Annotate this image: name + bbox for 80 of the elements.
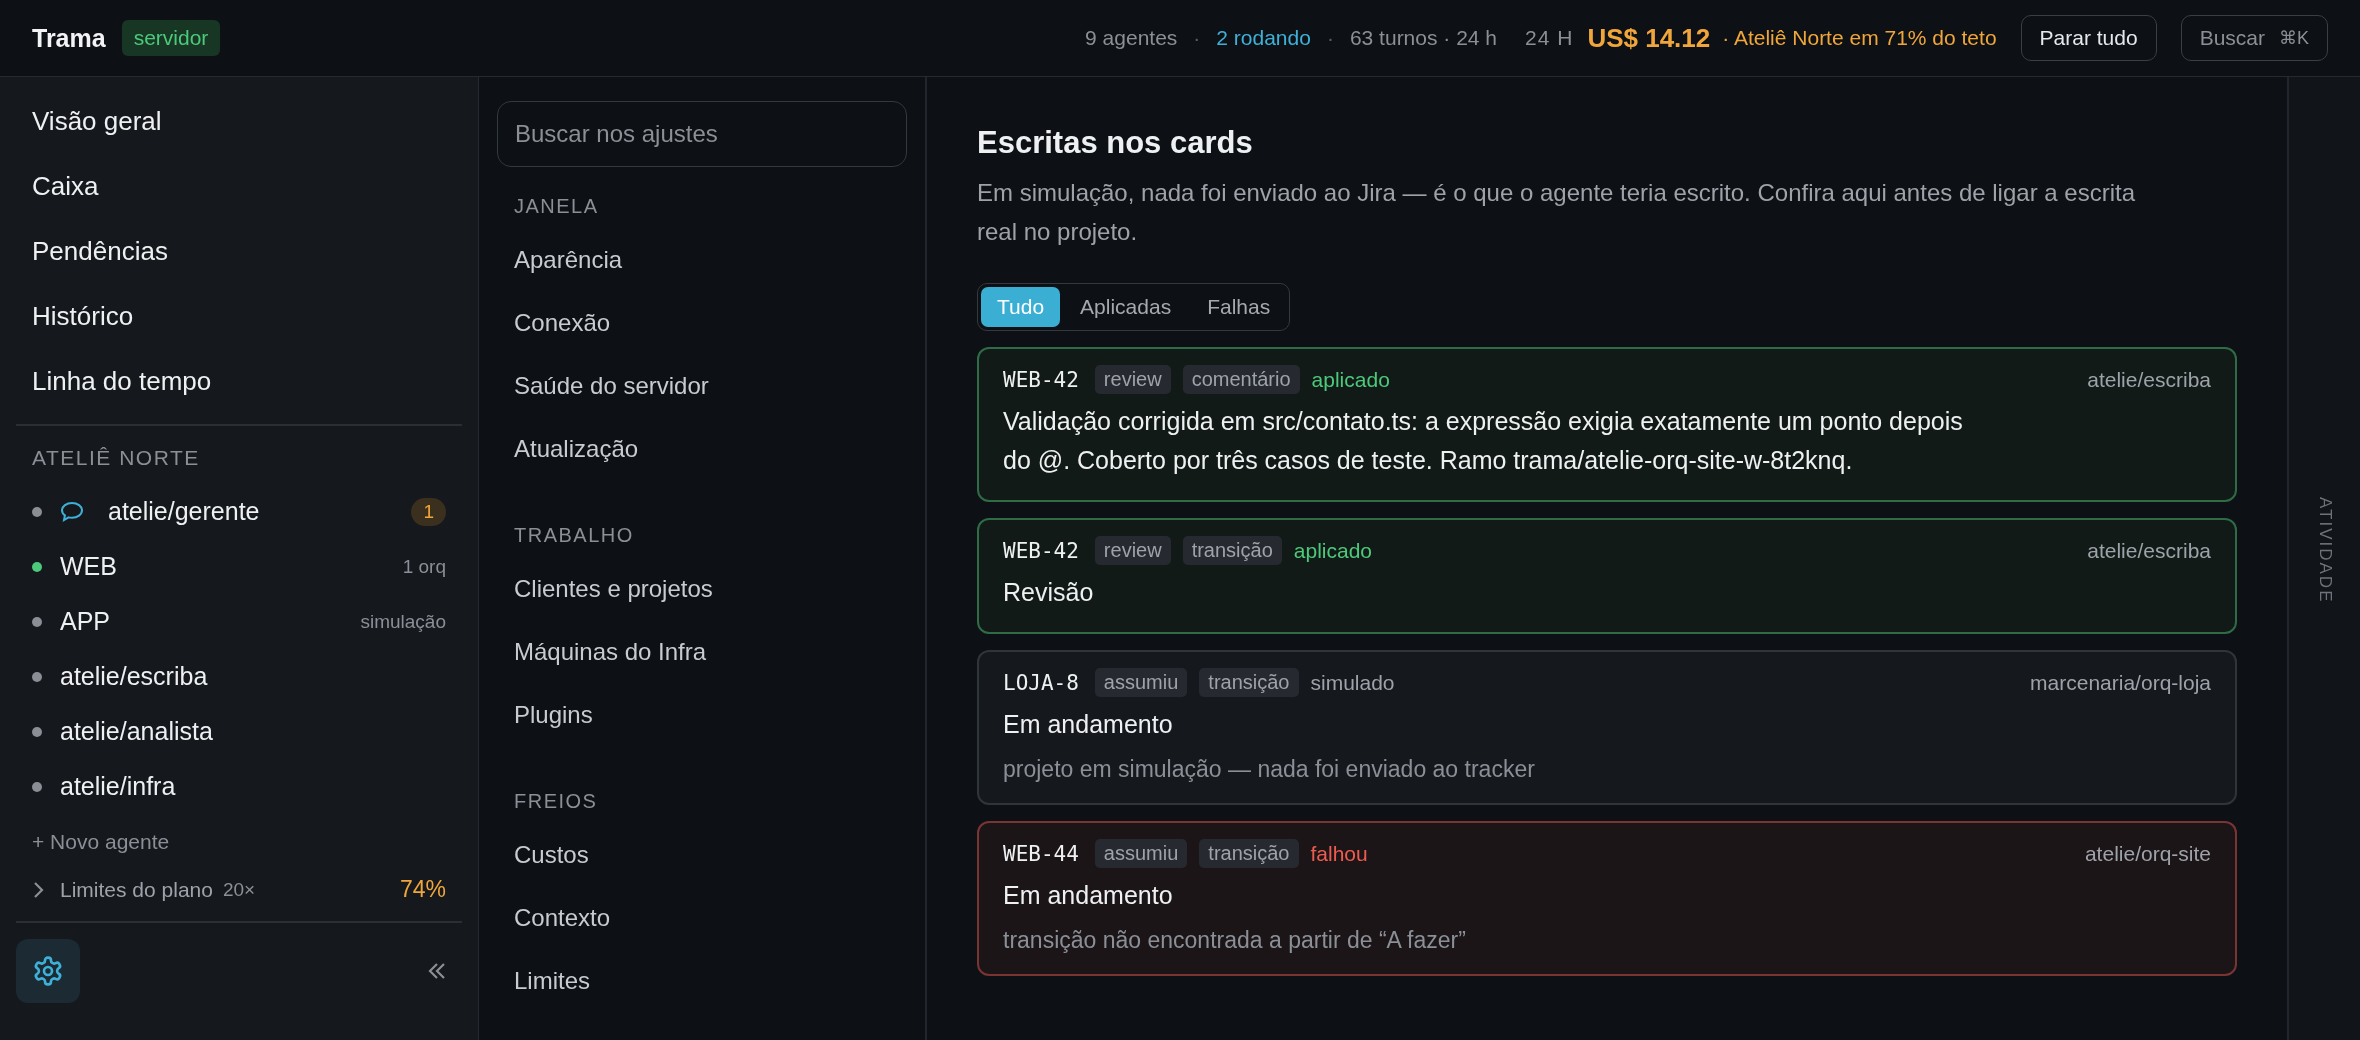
tag: review [1094,536,1171,565]
tag: transição [1182,536,1282,565]
card-text: Em andamento [1003,880,1174,911]
activity-rail[interactable]: ATIVIDADE [2287,77,2360,1040]
nav-item[interactable]: Pendências [16,219,462,284]
agent-name: atelie/escriba [2087,538,2211,563]
agent-name[interactable]: atelie/analista [60,717,213,746]
new-agent-link[interactable]: + Novo agente [16,814,462,868]
settings-item[interactable]: Contexto [497,886,907,949]
section-title: TRABALHO [513,523,635,548]
plan-multiplier: 20× [222,878,256,901]
spend-amount: US$ 14.12 [1587,22,1711,54]
settings-item[interactable]: Atualização [497,417,907,480]
stat-text: 9 agentes [1085,26,1178,50]
card-note: transição não encontrada a partir de “A fazer” [1003,927,1467,954]
nav-item[interactable]: Visão geral [16,89,462,154]
filter-tab[interactable]: Falhas [1191,287,1287,327]
section-title: FREIOS [513,789,599,814]
agent-name[interactable]: APP [60,607,111,636]
issue-key: WEB-44 [1003,841,1079,866]
settings-button[interactable] [16,939,80,1003]
filter-tab[interactable]: Aplicadas [1064,287,1188,327]
agent-name: marcenaria/orq-loja [2030,670,2211,695]
card-text: Validação corrigida em src/contato.ts: a expressão exigia exatamente um ponto depois do @. Coberto por três casos de teste. Ramo trama/atelie-orq-site-w-8t2knq. [1003,406,1964,476]
tag: transição [1199,839,1299,868]
budget-warning: · Ateliê Norte em 71% do teto [1722,26,1997,50]
tag: assumiu [1094,839,1188,868]
settings-item[interactable]: Conexão [497,291,907,354]
tag: transição [1199,668,1299,697]
settings-item[interactable]: Custos [497,823,907,886]
agent-name[interactable]: atelie/gerente [108,497,260,526]
agent-name[interactable]: atelie/infra [60,772,176,801]
issue-key: WEB-42 [1003,538,1079,563]
agent-name[interactable]: WEB [60,552,117,581]
separator-dot: · [1193,26,1201,50]
nav-item[interactable]: Histórico [16,284,462,349]
server-badge: servidor [121,20,221,56]
nav-item[interactable]: Caixa [16,154,462,219]
nav-item[interactable]: Linha do tempo [16,349,462,414]
tag: comentário [1182,365,1300,394]
page-description: Em simulação, nada foi enviado ao Jira — é o que o agente teria escrito. Confira aqui antes de ligar a escrita real no projeto. [977,178,2136,247]
agent-name: atelie/escriba [2087,367,2211,392]
settings-search-field[interactable]: Buscar nos ajustes [497,101,907,167]
plan-percent: 74% [399,876,446,903]
settings-item[interactable]: Plugins [497,683,907,746]
stat-text: 63 turnos · 24 h [1349,26,1497,50]
agent-meta: simulação [360,610,446,633]
activity-label: ATIVIDADE [2314,497,2335,606]
settings-item[interactable]: Saúde do servidor [497,354,907,417]
section-title: JANELA [513,194,600,219]
settings-icon [32,955,64,987]
agent-name: atelie/orq-site [2084,841,2211,866]
status-text: simulado [1310,670,1395,695]
tag: review [1094,365,1171,394]
page-title: Escritas nos cards [977,125,1254,161]
period-label: 24 H [1525,26,1574,50]
stop-all-button[interactable]: Parar tudo [2020,15,2157,61]
status-text: falhou [1310,841,1368,866]
stat-text: 2 rodando [1216,26,1311,50]
count-badge: 1 [411,497,446,526]
group-title: ATELIÊ NORTE [31,445,201,471]
plan-limits-toggle[interactable]: Limites do plano 20× 74% [16,868,462,921]
card-text: Revisão [1003,577,1095,608]
agent-name[interactable]: atelie/escriba [60,662,208,691]
app-name: Trama [32,23,106,53]
separator-dot: · [1326,26,1334,50]
settings-item[interactable]: Clientes e projetos [497,557,907,620]
settings-item[interactable]: Limites [497,949,907,1012]
tag: assumiu [1094,668,1188,697]
settings-item[interactable]: Aparência [497,228,907,291]
card-text: Em andamento [1003,709,1174,740]
card-note: projeto em simulação — nada foi enviado ao tracker [1003,756,1536,783]
search-button[interactable]: Buscar ⌘K [2180,15,2328,61]
agent-meta: 1 orq [402,555,446,578]
issue-key: WEB-42 [1003,367,1079,392]
issue-key: LOJA-8 [1003,670,1079,695]
status-text: aplicado [1311,367,1390,392]
plan-limits-label: Limites do plano [60,877,213,902]
status-text: aplicado [1293,538,1373,563]
settings-item[interactable]: Máquinas do Infra [497,620,907,683]
